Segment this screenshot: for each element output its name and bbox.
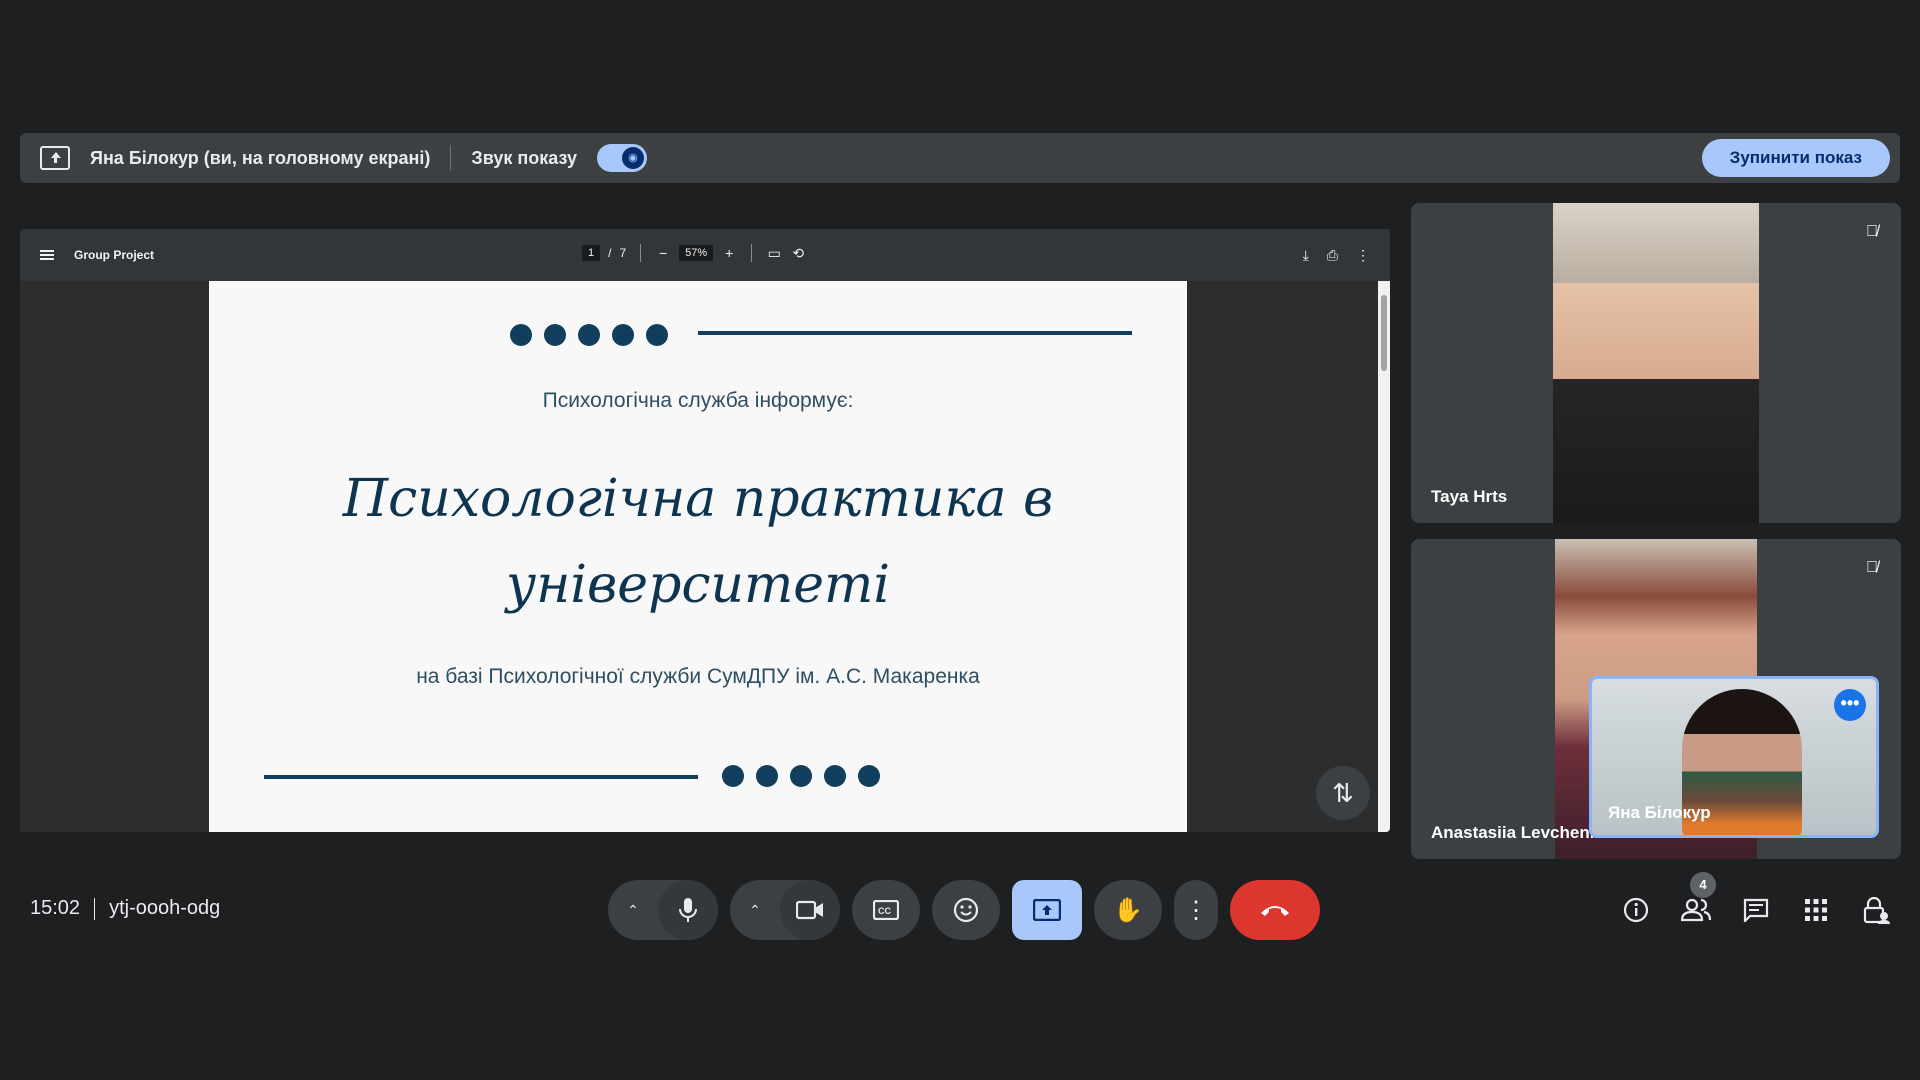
sound-toggle[interactable]: ◉ — [596, 144, 647, 172]
clock-time: 15:02 — [30, 897, 81, 919]
camera-button[interactable] — [780, 880, 840, 940]
meeting-tools: 4 — [1612, 872, 1900, 940]
chevron-up-icon[interactable]: ⌃ — [730, 902, 780, 919]
self-preview[interactable]: ••• Яна Білокур — [1589, 676, 1879, 838]
camera-control: ⌃ — [730, 880, 840, 940]
lock-person-icon — [1863, 896, 1890, 924]
page-number-input[interactable]: 1 — [582, 245, 601, 261]
zoom-in-button[interactable]: + — [721, 245, 737, 261]
meeting-details-button[interactable] — [1612, 880, 1660, 940]
rotate-icon[interactable]: ⟲ — [790, 245, 806, 261]
camera-icon — [796, 900, 823, 920]
banner-divider — [450, 145, 452, 171]
slide-title-line2: університеті — [505, 555, 890, 615]
slide-footer: на базі Психологічної служби СумДПУ ім. … — [416, 665, 980, 688]
mic-off-icon: 🎙̸ — [1866, 559, 1878, 576]
fit-page-icon[interactable]: ▭ — [766, 245, 782, 261]
chevron-up-icon[interactable]: ⌃ — [608, 902, 658, 919]
mic-control: ⌃ — [608, 880, 718, 940]
menu-icon[interactable] — [40, 250, 54, 260]
decor-dots-top — [510, 324, 668, 346]
people-button[interactable]: 4 — [1672, 872, 1720, 940]
mic-icon — [679, 898, 697, 922]
host-controls-button[interactable] — [1852, 880, 1900, 940]
raise-hand-button[interactable]: ✋ — [1094, 880, 1162, 940]
pdf-toolbar: Group Project 1 / 7 − 57% + ▭ ⟲ ⤓ ⎙ ⋮ — [20, 229, 1390, 281]
pdf-page-controls: 1 / 7 − 57% + ▭ ⟲ — [582, 244, 806, 262]
captions-icon: CC — [873, 900, 899, 920]
meeting-info: 15:02 ytj-oooh-odg — [30, 897, 220, 920]
slide-title: Психологічна практика в університеті — [209, 456, 1187, 628]
speaker-icon: ◉ — [621, 147, 644, 169]
participant-name: Taya Hrts — [1431, 487, 1508, 506]
pdf-title: Group Project — [74, 248, 155, 262]
more-vert-icon[interactable]: ⋮ — [1356, 247, 1370, 264]
toolbar-divider — [751, 244, 753, 262]
call-controls: ⌃ ⌃ CC ✋ ⋮ — [608, 880, 1320, 940]
present-icon — [1033, 899, 1061, 921]
chat-button[interactable] — [1732, 880, 1780, 940]
print-icon[interactable]: ⎙ — [1327, 247, 1338, 264]
people-icon — [1681, 898, 1711, 922]
more-horiz-icon[interactable]: ••• — [1834, 689, 1866, 721]
info-icon — [1623, 897, 1649, 923]
pdf-content: Психологічна служба інформує: Психологіч… — [20, 281, 1390, 832]
participant-name: Anastasiia Levchenko — [1431, 823, 1610, 842]
end-call-icon — [1261, 906, 1289, 916]
present-button[interactable] — [1012, 880, 1082, 940]
zoom-out-button[interactable]: − — [655, 245, 671, 261]
slide-subtitle: Психологічна служба інформує: — [542, 389, 854, 412]
pdf-viewer: Group Project 1 / 7 − 57% + ▭ ⟲ ⤓ ⎙ ⋮ Пс… — [20, 229, 1390, 832]
more-vert-icon: ⋮ — [1184, 896, 1208, 924]
zoom-level-input[interactable]: 57% — [679, 245, 714, 261]
meeting-code: ytj-oooh-odg — [109, 897, 221, 919]
pdf-actions: ⤓ ⎙ ⋮ — [1303, 247, 1370, 264]
stop-presenting-button[interactable]: Зупинити показ — [1701, 139, 1890, 177]
self-name: Яна Білокур — [1608, 803, 1711, 822]
decor-line-top — [698, 331, 1132, 335]
scroll-thumb[interactable] — [1381, 295, 1387, 371]
apps-icon — [1805, 899, 1827, 921]
emoji-icon — [953, 897, 979, 923]
page-total: 7 — [619, 246, 627, 260]
activities-button[interactable] — [1792, 880, 1840, 940]
emoji-button[interactable] — [932, 880, 1000, 940]
toolbar-divider — [640, 244, 642, 262]
svg-text:CC: CC — [878, 906, 891, 916]
pdf-scrollbar[interactable] — [1378, 281, 1390, 832]
pdf-page: Психологічна служба інформує: Психологіч… — [209, 281, 1187, 832]
download-icon[interactable]: ⤓ — [1303, 247, 1309, 264]
chat-icon — [1743, 898, 1769, 922]
mic-button[interactable] — [658, 880, 718, 940]
hand-icon: ✋ — [1113, 896, 1143, 924]
end-call-button[interactable] — [1230, 880, 1320, 940]
sound-label: Звук показу — [471, 147, 577, 168]
mic-off-icon: 🎙̸ — [1866, 223, 1878, 240]
decor-dots-bottom — [722, 765, 880, 787]
slide-title-line1: Психологічна практика в — [342, 469, 1054, 529]
pin-layout-button[interactable]: ⇅ — [1316, 766, 1370, 820]
decor-line-bottom — [264, 775, 698, 779]
page-separator: / — [608, 246, 612, 260]
presenter-text: Яна Білокур (ви, на головному екрані) — [90, 147, 431, 168]
participant-video — [1553, 203, 1759, 523]
participant-count-badge: 4 — [1690, 872, 1716, 898]
presenting-banner: Яна Білокур (ви, на головному екрані) Зв… — [20, 133, 1900, 183]
captions-button[interactable]: CC — [852, 880, 920, 940]
clock-divider — [94, 897, 96, 920]
participant-tile[interactable]: 🎙̸ Taya Hrts — [1411, 203, 1901, 523]
present-icon — [40, 146, 70, 170]
more-options-button[interactable]: ⋮ — [1174, 880, 1218, 940]
